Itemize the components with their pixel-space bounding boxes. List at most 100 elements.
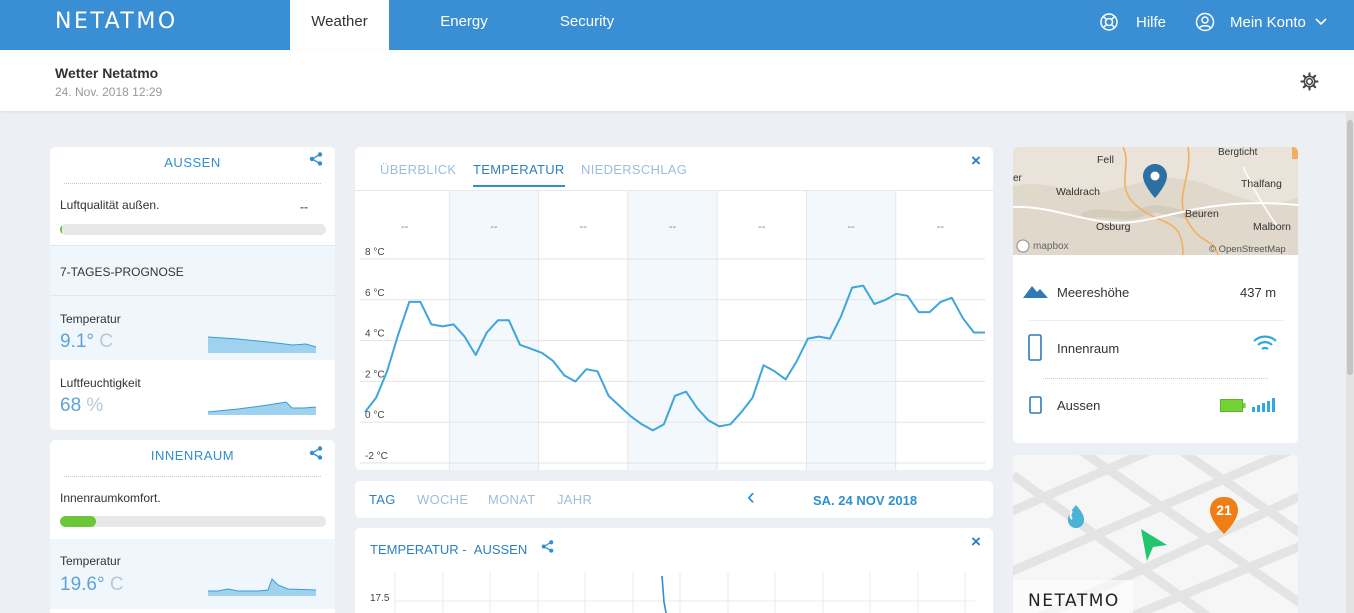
outdoor-hum-value: 68 % (60, 395, 103, 417)
share-icon[interactable] (309, 152, 323, 166)
map-place-label: Bergticht (1218, 147, 1258, 158)
day-value: -- (847, 221, 855, 233)
y-tick-label: 8 °C (365, 247, 385, 258)
promo-map-illustration: 21 (1013, 455, 1298, 613)
scrollbar-thumb[interactable] (1347, 120, 1353, 375)
map-place-label: Osburg (1096, 221, 1131, 233)
outdoor-temp-unit: C (99, 331, 114, 352)
outdoor-temp-sparkline[interactable] (208, 333, 316, 353)
osm-attribution[interactable]: © OpenStreetMap (1209, 244, 1286, 255)
promo-card[interactable]: 21 NETATMO (1013, 455, 1298, 613)
bottom-chart-subtitle: AUSSEN (473, 542, 528, 557)
period-day[interactable]: TAG (369, 492, 396, 507)
station-date: 24. Nov. 2018 12:29 (55, 85, 163, 99)
day-value: -- (758, 221, 766, 233)
period-year[interactable]: JAHR (557, 492, 592, 507)
divider (64, 183, 321, 184)
signal-strength-icon (1252, 398, 1275, 412)
tab-weather[interactable]: Weather (290, 0, 389, 50)
user-icon (1195, 12, 1215, 32)
y-tick-label: -2 °C (365, 451, 388, 462)
outdoor-temp-label: Temperatur (60, 312, 121, 326)
indoor-card: INNENRAUM Innenraumkomfort. Temperatur 1… (50, 440, 335, 613)
y-tick-label: 4 °C (365, 329, 385, 340)
altitude-value: 437 m (1240, 285, 1277, 300)
promo-netatmo-logo: NETATMO (1028, 591, 1120, 611)
outdoor-module-icon (1029, 396, 1042, 414)
close-icon[interactable]: × (971, 532, 981, 552)
divider (1043, 378, 1268, 379)
station-info-card: Bergticht Fell Waldrach Thalfang Beuren … (1013, 147, 1298, 443)
y-tick-label: 0 °C (365, 410, 385, 421)
forecast-label[interactable]: 7-TAGES-PROGNOSE (60, 265, 184, 279)
station-header: Wetter Netatmo 24. Nov. 2018 12:29 (0, 50, 1354, 111)
help-label: Hilfe (1136, 13, 1167, 31)
air-quality-label: Luftqualität außen. (60, 198, 160, 212)
lifebuoy-icon (1100, 13, 1118, 31)
bottom-chart-grid[interactable] (355, 572, 993, 613)
air-quality-bar (60, 224, 326, 235)
outdoor-hum-number: 68 (60, 395, 82, 416)
date-label: SA. 24 NOV 2018 (813, 493, 918, 508)
temperature-badge-value: 21 (1216, 502, 1232, 518)
day-value: -- (580, 221, 588, 233)
outdoor-module-label: Aussen (1057, 398, 1101, 413)
outdoor-temp-value: 9.1° C (60, 331, 113, 353)
tab-security[interactable]: Security (537, 0, 637, 50)
mountain-icon (1023, 286, 1048, 298)
bottom-chart-title: TEMPERATUR - AUSSEN (370, 542, 527, 557)
wifi-icon (1253, 335, 1277, 350)
chevron-left-icon[interactable]: ‹ (747, 485, 755, 509)
help-link[interactable]: Hilfe (1099, 12, 1166, 32)
period-selector: TAG WOCHE MONAT JAHR ‹ SA. 24 NOV 2018 (355, 481, 993, 518)
top-navigation: NETATMO Weather Energy Security Hilfe Me… (0, 0, 1354, 50)
outdoor-title: AUSSEN (164, 155, 221, 170)
account-label: Mein Konto (1230, 13, 1306, 31)
divider (1029, 320, 1284, 321)
outdoor-hum-sparkline[interactable] (208, 399, 316, 415)
indoor-module-icon (1028, 334, 1042, 361)
indoor-temp-sparkline[interactable] (208, 574, 316, 596)
close-icon[interactable]: × (971, 151, 981, 171)
battery-icon (1220, 399, 1246, 412)
account-menu[interactable]: Mein Konto (1195, 12, 1327, 32)
station-title: Wetter Netatmo (55, 65, 159, 81)
mapbox-logo[interactable]: mapbox (1033, 241, 1069, 252)
air-quality-value: -- (300, 200, 308, 214)
share-icon[interactable] (541, 540, 554, 553)
day-value: -- (669, 221, 677, 233)
tab-energy[interactable]: Energy (414, 0, 514, 50)
indoor-temp-number: 19.6° (60, 574, 105, 595)
map-place-fragment: er (1013, 173, 1023, 184)
map-place-label: Beuren (1185, 208, 1219, 220)
indoor-temp-label: Temperatur (60, 554, 121, 568)
day-value: -- (401, 221, 409, 233)
station-map[interactable]: Bergticht Fell Waldrach Thalfang Beuren … (1013, 147, 1298, 255)
map-place-label: Waldrach (1056, 186, 1100, 198)
tab-precipitation[interactable]: NIEDERSCHLAG (581, 162, 687, 177)
tab-temperature[interactable]: TEMPERATUR (473, 162, 565, 187)
period-month[interactable]: MONAT (488, 492, 535, 507)
temperature-chart-card: ÜBERBLICK TEMPERATUR NIEDERSCHLAG × -- --… (355, 147, 993, 470)
chevron-down-icon (1315, 18, 1327, 26)
comfort-fill (60, 516, 96, 527)
comfort-bar (60, 516, 326, 527)
tab-overview[interactable]: ÜBERBLICK (380, 162, 456, 177)
indoor-temp-value: 19.6° C (60, 574, 124, 596)
share-icon[interactable] (309, 446, 323, 460)
gear-icon[interactable] (1300, 72, 1319, 91)
map-place-label: Malborn (1253, 221, 1291, 233)
day-value: -- (937, 221, 945, 233)
indoor-module-label: Innenraum (1057, 341, 1120, 356)
air-quality-fill (60, 224, 62, 235)
divider (50, 245, 335, 246)
netatmo-logo[interactable]: NETATMO (55, 9, 178, 34)
map-place-label: Thalfang (1241, 178, 1282, 190)
outdoor-hum-unit: % (86, 395, 104, 416)
bottom-chart-title-text: TEMPERATUR - (370, 542, 467, 557)
period-week[interactable]: WOCHE (417, 492, 468, 507)
temperature-chart[interactable]: -- -- -- -- -- -- -- 8 °C 6 °C 4 °C 2 °C 0 °C -2 °C (355, 191, 993, 470)
outdoor-hum-label: Luftfeuchtigkeit (60, 376, 141, 390)
y-tick-label: 2 °C (365, 369, 385, 380)
outdoor-temp-number: 9.1° (60, 331, 95, 352)
